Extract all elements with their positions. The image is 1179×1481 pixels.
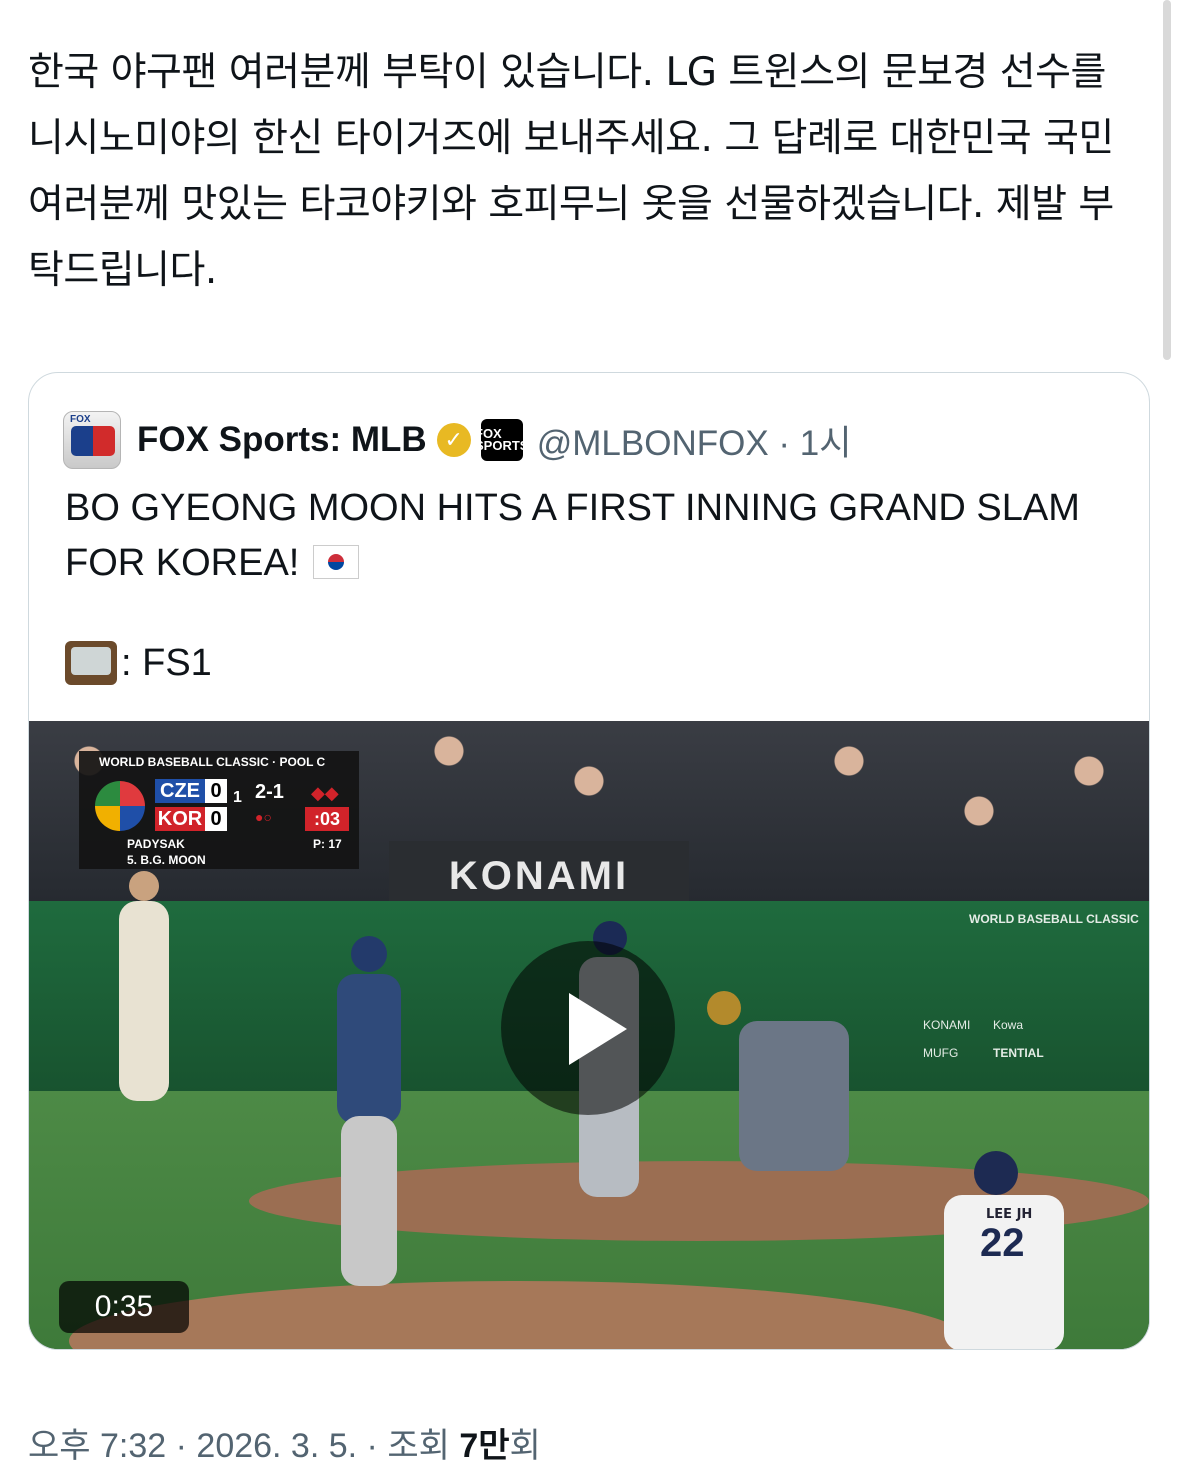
pitcher-pitch-count: P: 17 (313, 837, 342, 851)
batter-name: 5. B.G. MOON (127, 853, 206, 867)
quoted-handle[interactable]: @MLBONFOX · 1시 (537, 415, 852, 466)
quoted-tweet-card[interactable]: FOX FOX Sports: MLB ✓ FOX SPORTS @MLBONF… (28, 372, 1150, 1350)
team1-abbr: CZE (155, 779, 205, 803)
quoted-tweet-text: BO GYEONG MOON HITS A FIRST INNING GRAND… (65, 481, 1105, 591)
outs-icon: ●○ (255, 809, 272, 825)
quoted-tweet-header: FOX FOX Sports: MLB ✓ FOX SPORTS @MLBONF… (63, 409, 851, 471)
sponsor-panel: WORLD BASEBALL CLASSIC KONAMI Kowa MUFG … (917, 906, 1147, 1091)
fielder-22: LEE JH 22 (934, 1151, 1074, 1349)
avatar-logo-text: FOX (70, 414, 91, 425)
pitcher-name: PADYSAK (127, 837, 185, 851)
bases-icon: ◆◆ (311, 783, 339, 803)
views-count: 7만 (459, 1427, 510, 1465)
inning: 1 (233, 789, 242, 806)
quoted-display-name[interactable]: FOX Sports: MLB (137, 420, 427, 460)
scrollbar[interactable] (1163, 0, 1171, 360)
wbc-logo-icon (95, 781, 145, 831)
scorebug-title: WORLD BASEBALL CLASSIC · POOL C (99, 755, 326, 769)
tweet-time[interactable]: 오후 7:32 (28, 1427, 166, 1465)
team2-abbr: KOR (155, 807, 205, 831)
sponsor-kowa: Kowa (993, 1018, 1024, 1032)
views-suffix: 회 (509, 1427, 541, 1465)
sponsor-tential: TENTIAL (993, 1046, 1044, 1060)
television-icon (65, 641, 117, 685)
pitcher (319, 936, 419, 1286)
pitch-count-balls-strikes: 2-1 (255, 781, 284, 803)
team2-score: 0 (205, 807, 227, 831)
sponsor-konami: KONAMI (923, 1018, 971, 1032)
verified-badge-icon: ✓ (436, 423, 471, 457)
quoted-age: 1시 (799, 423, 852, 463)
on-deck-batter (99, 871, 189, 1121)
team1-score: 0 (205, 779, 227, 803)
tweet-text: 한국 야구팬 여러분께 부탁이 있습니다. LG 트윈스의 문보경 선수를 니시… (28, 50, 1126, 293)
sponsor-mufg: MUFG (923, 1046, 959, 1060)
catcher (679, 991, 849, 1181)
handle-text: @MLBONFOX (536, 423, 769, 463)
mlb-logo-icon (71, 426, 115, 456)
player-name: LEE JH (986, 1207, 1033, 1222)
quoted-text-body: BO GYEONG MOON HITS A FIRST INNING GRAND… (65, 487, 1091, 584)
wbc-sign: WORLD BASEBALL CLASSIC (969, 912, 1139, 926)
jersey-number: 22 (980, 1221, 1025, 1265)
tv-channel: : FS1 (121, 641, 212, 684)
video-duration: 0:35 (59, 1281, 189, 1333)
tweet-date[interactable]: 2026. 3. 5. (196, 1427, 357, 1465)
views-label: 조회 (387, 1427, 450, 1465)
south-korea-flag-icon (313, 545, 360, 579)
video-player[interactable]: KONAMI WORLD BASEBALL CLASSIC KONAMI Kow… (29, 721, 1149, 1349)
avatar[interactable]: FOX (63, 411, 121, 469)
scorebug: WORLD BASEBALL CLASSIC · POOL C CZE 0 KO… (79, 751, 359, 869)
play-button[interactable] (501, 941, 675, 1115)
fox-sports-affiliate-icon: FOX SPORTS (475, 419, 528, 461)
pitch-clock: :03 (305, 807, 349, 831)
tv-line: : FS1 (65, 641, 212, 685)
tweet-metadata: 오후 7:32 · 2026. 3. 5. · 조회 7만회 (28, 1427, 541, 1465)
